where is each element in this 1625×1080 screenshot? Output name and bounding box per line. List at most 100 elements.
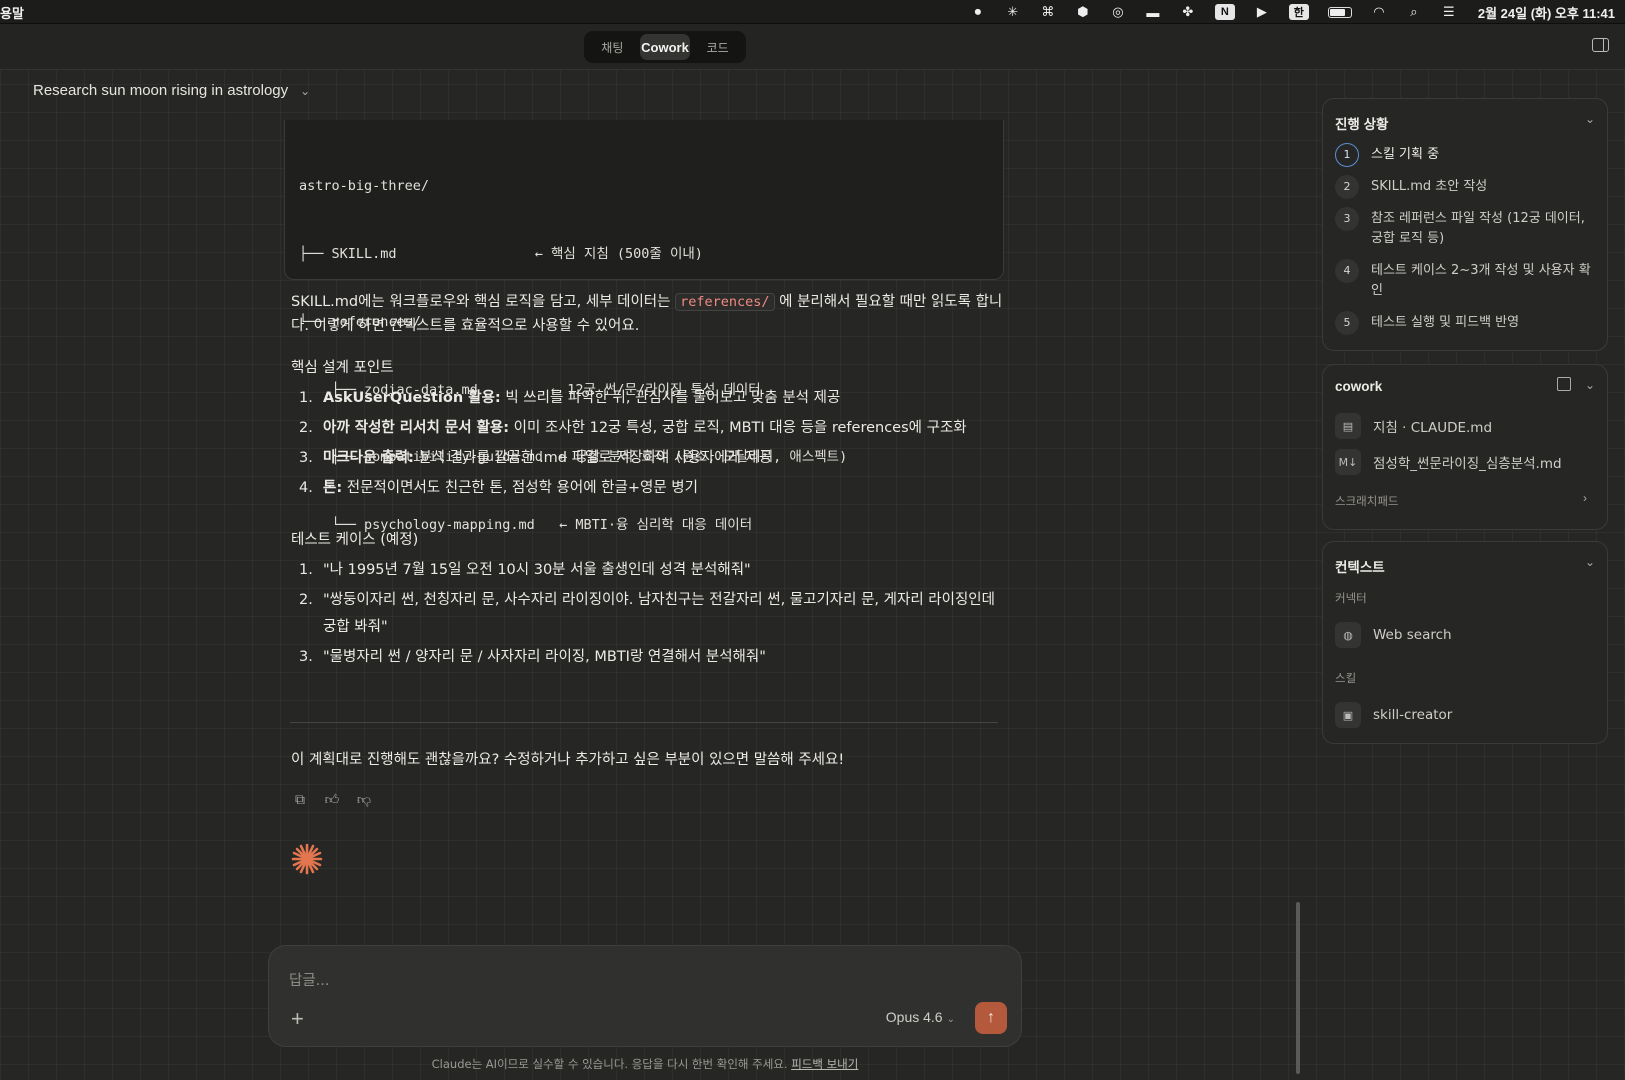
step-number: 4	[1335, 259, 1359, 283]
paragraph-text: SKILL.md에는 워크플로우와 핵심 로직을 담고, 세부 데이터는	[291, 294, 676, 310]
list-number: 4.	[299, 480, 313, 496]
chevron-down-icon[interactable]: ⌄	[1585, 112, 1595, 126]
design-points-list: 1. AskUserQuestion 활용: 빅 쓰리를 파악한 뒤, 관심사를 …	[291, 385, 1003, 502]
chevron-right-icon[interactable]: ›	[1583, 491, 1587, 505]
chevron-down-icon: ⌄	[946, 1014, 955, 1025]
disclaimer: Claude는 AI이므로 실수할 수 있습니다. 응답을 다시 한번 확인해 …	[0, 1056, 1290, 1072]
list-item: 1. AskUserQuestion 활용: 빅 쓰리를 파악한 뒤, 관심사를 …	[291, 385, 1003, 412]
list-item: 3. 마크다운 출력: 분석 결과를 깔끔한 .md 파일로 저장하여 사용자에게…	[291, 445, 1003, 472]
menubar-status-items: ⏺ ✳ ⌘ ⬢ ◎ ▬ ✤ N ▶ 한 ◠ ⌕ ☰ 2월 24일 (화) 오후 …	[970, 0, 1615, 24]
model-selector[interactable]: Opus 4.6 ⌄	[886, 1009, 955, 1025]
progress-panel: 진행 상황 ⌄ 1 스킬 기획 중 2 SKILL.md 초안 작성 3 참조 레퍼런…	[1322, 98, 1608, 351]
skill-icon: ▣	[1335, 702, 1361, 728]
progress-step: 1 스킬 기획 중	[1335, 143, 1595, 167]
bed-icon[interactable]: ▬	[1145, 4, 1161, 20]
add-attachment-icon[interactable]: +	[291, 1006, 304, 1032]
inline-code: references/	[675, 293, 775, 311]
tab-cowork[interactable]: Cowork	[639, 34, 691, 60]
globe-icon: ◍	[1335, 622, 1361, 648]
battery-icon[interactable]	[1327, 6, 1352, 18]
list-item-text: 분석 결과를 깔끔한 .md 파일로 저장하여 사용자에게 제공	[413, 450, 773, 466]
file-name: 점성학_썬문라이징_심층분석.md	[1373, 456, 1562, 472]
connector-item[interactable]: ◍ Web search	[1335, 622, 1452, 648]
message-actions: ⧉ 👍︎ 👎︎	[291, 790, 373, 808]
step-label: 스킬 기획 중	[1371, 147, 1440, 162]
input-source-indicator[interactable]: 한	[1288, 4, 1309, 20]
skill-name: skill-creator	[1373, 707, 1453, 723]
list-item-bold: AskUserQuestion 활용:	[323, 390, 501, 406]
app-menu-name[interactable]: 용말	[0, 3, 24, 22]
mode-switcher: 채팅 Cowork 코드	[584, 31, 746, 63]
list-number: 3.	[299, 450, 313, 466]
reply-composer[interactable]: 답글... + Opus 4.6 ⌄ ↑	[268, 945, 1022, 1047]
box-icon[interactable]: ⬢	[1075, 4, 1091, 20]
tab-chat[interactable]: 채팅	[587, 34, 638, 60]
progress-title: 진행 상황	[1335, 117, 1389, 132]
record-icon[interactable]: ⏺	[970, 4, 986, 20]
design-points-heading: 핵심 설계 포인트	[291, 360, 394, 376]
step-label: 테스트 실행 및 피드백 반영	[1371, 315, 1520, 330]
list-number: 1.	[299, 390, 313, 406]
arrow-up-icon: ↑	[987, 1009, 995, 1026]
feedback-link[interactable]: 피드백 보내기	[791, 1057, 858, 1071]
list-item-bold: 톤:	[323, 480, 343, 496]
notion-icon[interactable]: N	[1214, 4, 1235, 20]
menubar-clock[interactable]: 2월 24일 (화) 오후 11:41	[1478, 3, 1615, 22]
thumbs-up-icon[interactable]: 👍︎	[323, 790, 341, 808]
horizontal-divider	[290, 722, 998, 723]
tab-code[interactable]: 코드	[692, 34, 743, 60]
cowork-title: cowork	[1335, 379, 1383, 394]
sidebar-toggle-icon[interactable]	[1592, 38, 1609, 52]
control-center-icon[interactable]: ☰	[1441, 4, 1457, 20]
step-label: 테스트 케이스 2~3개 작성 및 사용자 확인	[1371, 263, 1591, 298]
list-number: 2.	[299, 592, 313, 608]
copy-icon[interactable]: ⧉	[291, 790, 309, 808]
file-tree-code-block: astro-big-three/ ├── SKILL.md ← 핵심 지침 (5…	[284, 120, 1004, 533]
conversation-title-dropdown[interactable]: Research sun moon rising in astrology ⌄	[33, 82, 310, 99]
list-item-text: "나 1995년 7월 15일 오전 10시 30분 서울 출생인데 성격 분석…	[323, 562, 751, 578]
step-label: 참조 레퍼런스 파일 작성 (12궁 데이터, 궁합 로직 등)	[1371, 211, 1585, 246]
chevron-down-icon[interactable]: ⌄	[1585, 378, 1595, 392]
claude-icon[interactable]: ✳	[1005, 4, 1021, 20]
progress-step: 5 테스트 실행 및 피드백 반영	[1335, 311, 1595, 335]
step-label: SKILL.md 초안 작성	[1371, 179, 1488, 194]
sync-icon[interactable]: ◎	[1110, 4, 1126, 20]
app-top-bar: 채팅 Cowork 코드	[0, 24, 1625, 70]
list-item-bold: 아까 작성한 리서치 문서 활용:	[323, 420, 510, 436]
assistant-message: SKILL.md에는 워크플로우와 핵심 로직을 담고, 세부 데이터는 ref…	[291, 290, 1003, 674]
code-line: astro-big-three/	[299, 178, 430, 195]
scrollbar[interactable]	[1296, 902, 1300, 1074]
list-item-bold: 마크다운 출력:	[323, 450, 414, 466]
file-name: 지침 · CLAUDE.md	[1373, 420, 1493, 436]
conversation-title: Research sun moon rising in astrology	[33, 82, 289, 99]
disclaimer-text: Claude는 AI이므로 실수할 수 있습니다. 응답을 다시 한번 확인해 …	[431, 1057, 788, 1071]
send-button[interactable]: ↑	[975, 1002, 1007, 1034]
code-line: ├── SKILL.md ← 핵심 지침 (500줄 이내)	[299, 245, 703, 262]
list-item: 3. "물병자리 썬 / 양자리 문 / 사자자리 라이징, MBTI랑 연결해서…	[291, 644, 1003, 671]
test-cases-heading: 테스트 케이스 (예정)	[291, 532, 419, 548]
list-item-text: 이미 조사한 12궁 특성, 궁합 로직, MBTI 대응 등을 referen…	[509, 420, 967, 436]
closing-question: 이 계획대로 진행해도 괜찮을까요? 수정하거나 추가하고 싶은 부분이 있으면…	[291, 752, 845, 768]
external-link-icon[interactable]	[1557, 377, 1571, 391]
thumbs-down-icon[interactable]: 👎︎	[355, 790, 373, 808]
play-icon[interactable]: ▶	[1254, 4, 1270, 20]
openai-icon[interactable]: ⌘	[1040, 4, 1056, 20]
step-number: 5	[1335, 311, 1359, 335]
list-item: 4. 톤: 전문적이면서도 친근한 톤, 점성학 용어에 한글+영문 병기	[291, 475, 1003, 502]
search-icon[interactable]: ⌕	[1406, 4, 1422, 20]
macos-menubar: 용말 ⏺ ✳ ⌘ ⬢ ◎ ▬ ✤ N ▶ 한 ◠ ⌕ ☰ 2월 24일 (화) …	[0, 0, 1625, 24]
cowork-panel: cowork ⌄ ▤ 지침 · CLAUDE.md M↓ 점성학_썬문라이징_심층분…	[1322, 364, 1608, 530]
wifi-icon[interactable]: ◠	[1371, 4, 1387, 20]
intro-paragraph: SKILL.md에는 워크플로우와 핵심 로직을 담고, 세부 데이터는 ref…	[291, 290, 1003, 338]
progress-step: 2 SKILL.md 초안 작성	[1335, 175, 1595, 199]
fan-icon[interactable]: ✤	[1180, 4, 1196, 20]
file-item[interactable]: M↓ 점성학_썬문라이징_심층분석.md	[1335, 449, 1562, 475]
file-item[interactable]: ▤ 지침 · CLAUDE.md	[1335, 413, 1492, 439]
skill-item[interactable]: ▣ skill-creator	[1335, 702, 1452, 728]
list-item-text: "물병자리 썬 / 양자리 문 / 사자자리 라이징, MBTI랑 연결해서 분…	[323, 649, 766, 665]
scratchpad-link[interactable]: 스크래치패드	[1335, 493, 1398, 509]
context-panel: 컨텍스트 ⌄ 커넥터 ◍ Web search 스킬 ▣ skill-creator	[1322, 541, 1608, 744]
chevron-down-icon[interactable]: ⌄	[1585, 555, 1595, 569]
reply-input[interactable]: 답글...	[289, 969, 330, 990]
list-item: 2. 아까 작성한 리서치 문서 활용: 이미 조사한 12궁 특성, 궁합 로직…	[291, 415, 1003, 442]
